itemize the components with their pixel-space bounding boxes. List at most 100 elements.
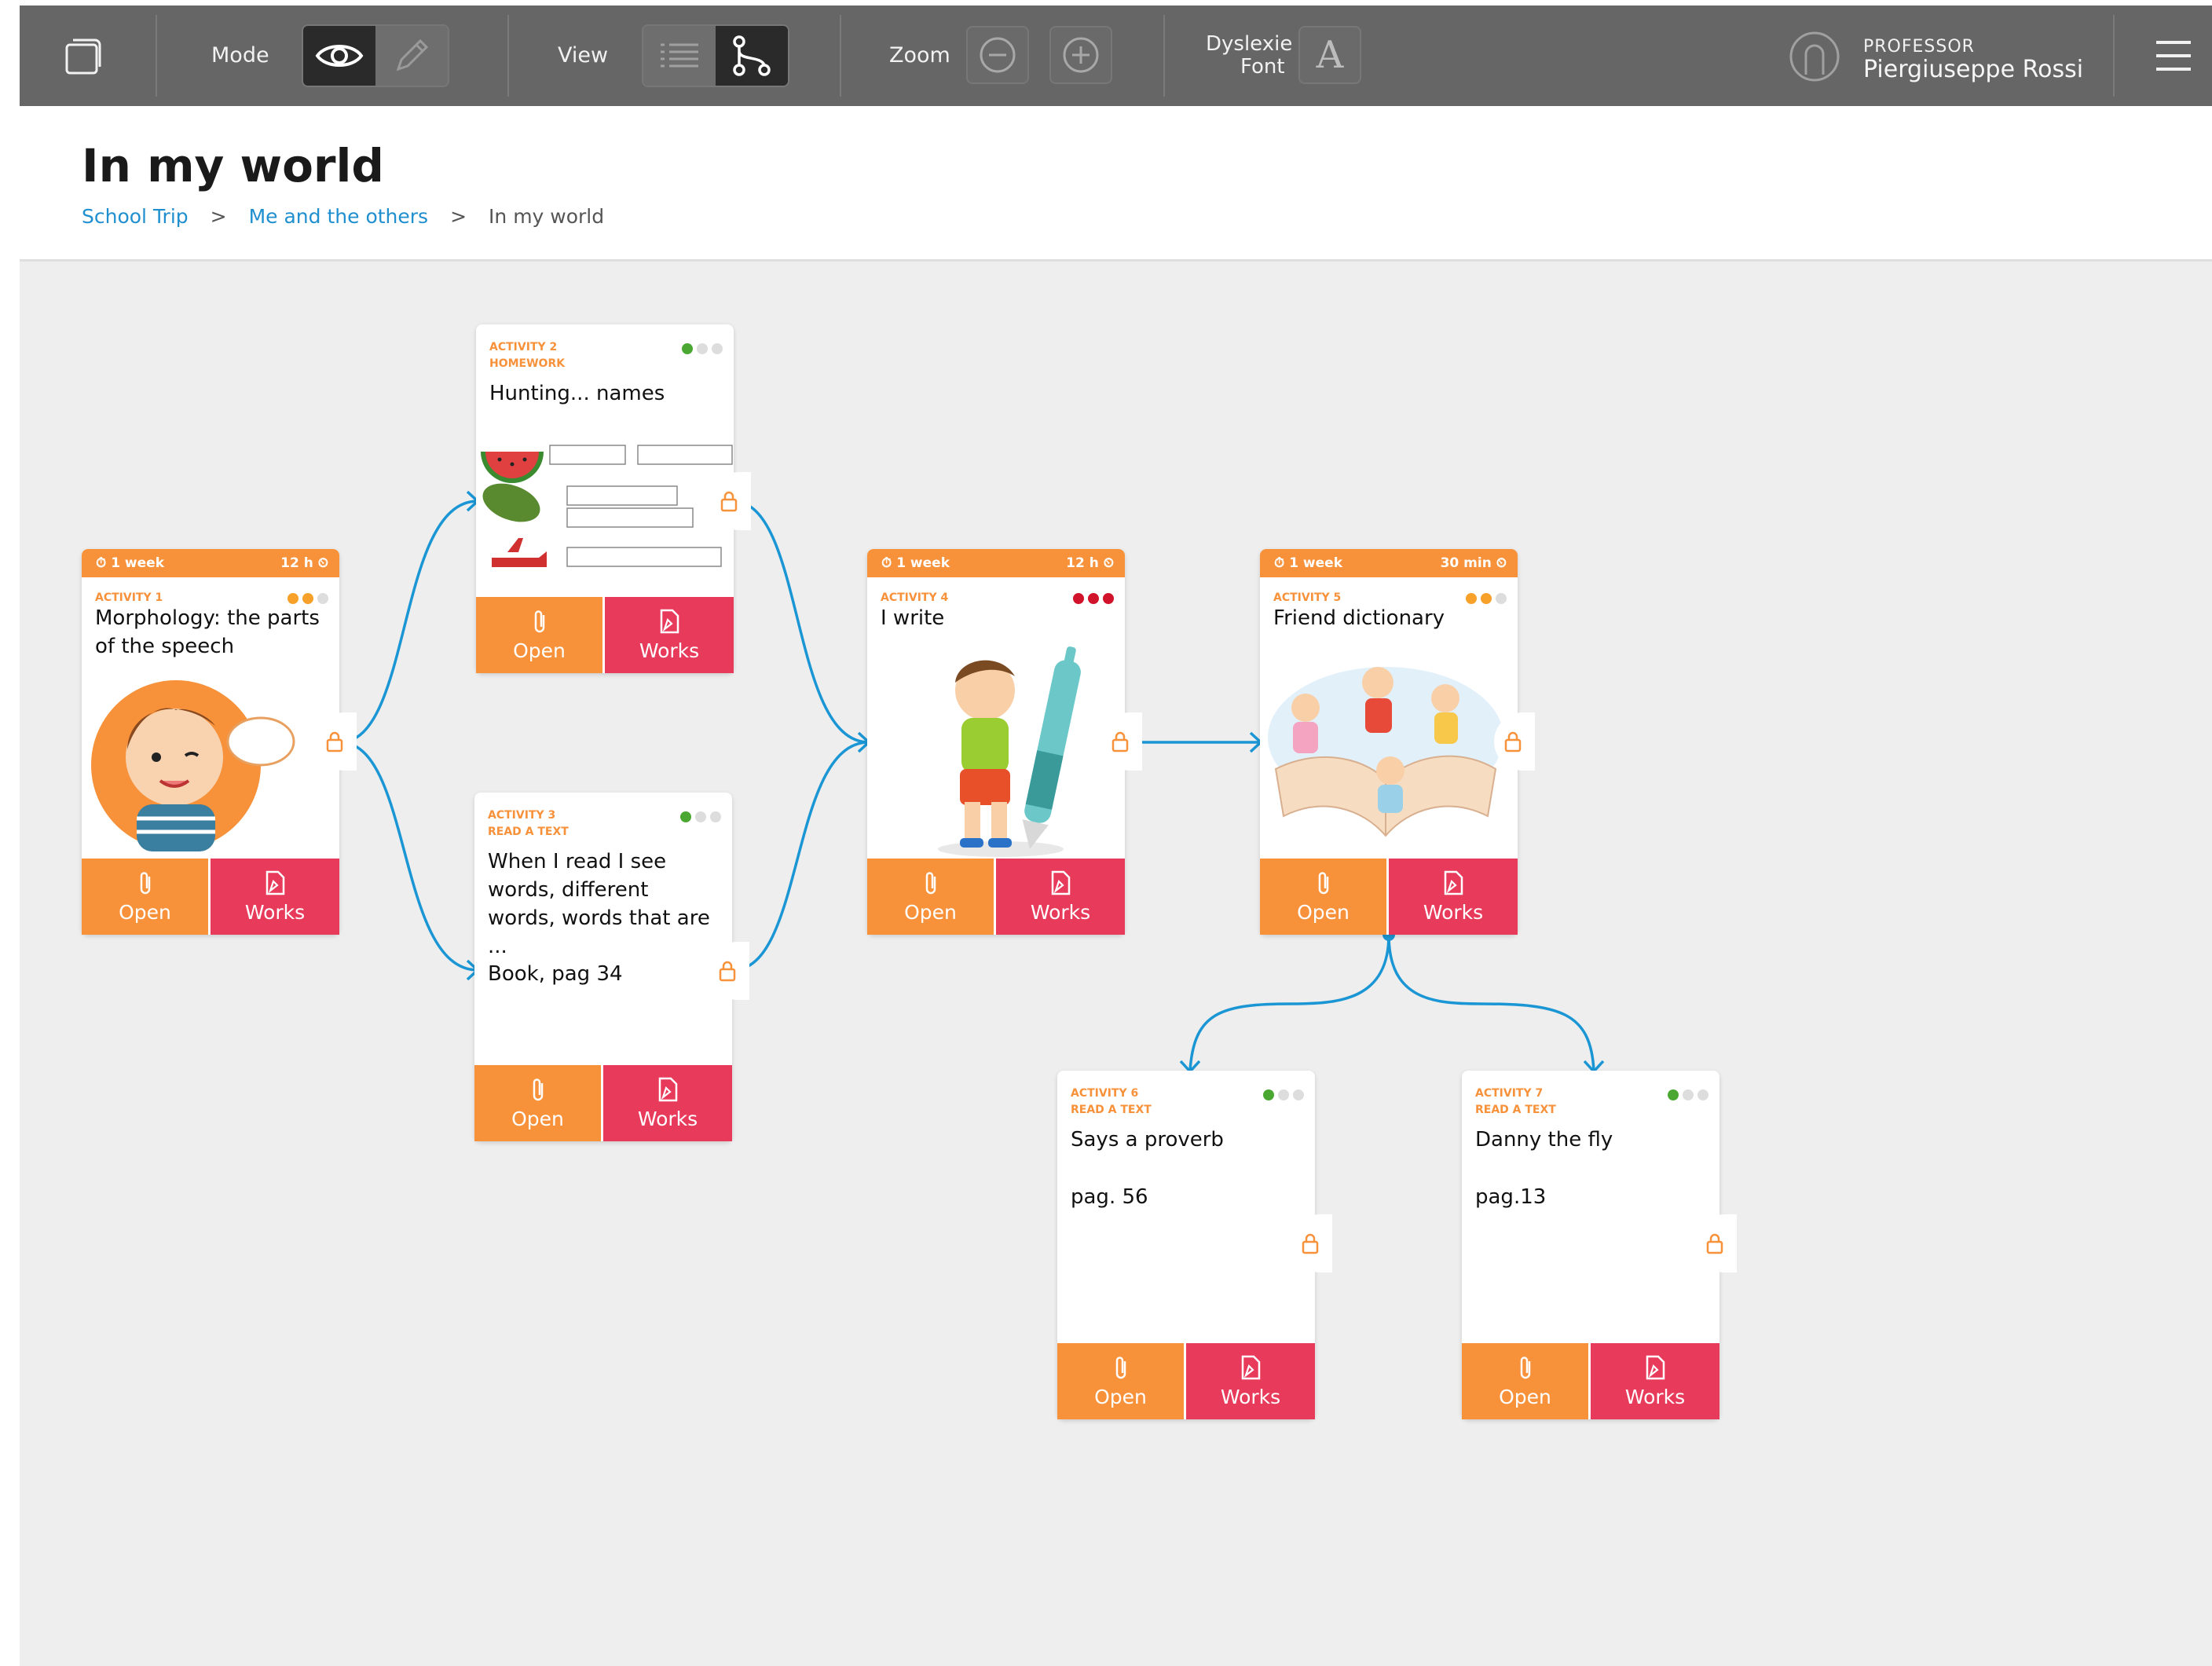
difficulty-dot bbox=[1263, 1089, 1274, 1100]
paperclip-icon bbox=[534, 610, 544, 633]
dyslexie-font-button[interactable]: A bbox=[1298, 26, 1361, 84]
breadcrumb-current: In my world bbox=[489, 205, 605, 228]
dyslexie-label-line2: Font bbox=[1240, 55, 1285, 79]
difficulty-dots bbox=[682, 343, 723, 354]
card-actions: Open Works bbox=[474, 1065, 732, 1141]
lock-icon bbox=[1302, 1233, 1319, 1254]
connector-a5-a7 bbox=[1387, 934, 1595, 1071]
card-actions: Open Works bbox=[82, 859, 339, 935]
difficulty-dot bbox=[695, 811, 706, 822]
card-actions: Open Works bbox=[1057, 1343, 1315, 1419]
dyslexie-label-line1: Dyslexie bbox=[1206, 32, 1293, 56]
works-button[interactable]: Works bbox=[603, 1065, 732, 1141]
open-button[interactable]: Open bbox=[1462, 1343, 1591, 1419]
time-estimate: 12 h ⏲ bbox=[280, 555, 328, 571]
mode-toggle bbox=[302, 24, 449, 87]
open-button[interactable]: Open bbox=[1057, 1343, 1186, 1419]
duration: ⏱ 1 week bbox=[881, 555, 950, 571]
folder-button[interactable] bbox=[60, 29, 108, 82]
difficulty-dot bbox=[1481, 593, 1492, 604]
works-button[interactable]: Works bbox=[996, 859, 1125, 935]
difficulty-dot bbox=[1496, 593, 1507, 604]
difficulty-dots bbox=[287, 593, 328, 604]
paperclip-icon bbox=[140, 872, 150, 895]
activity-card-3[interactable]: ACTIVITY 3 READ A TEXT When I read I see… bbox=[474, 793, 749, 1141]
duration: ⏱ 1 week bbox=[1274, 555, 1343, 571]
difficulty-dot bbox=[1466, 593, 1477, 604]
page-header: In my world School Trip > Me and the oth… bbox=[20, 106, 2212, 262]
activity-number: ACTIVITY 3 bbox=[488, 809, 556, 822]
folder-icon bbox=[65, 38, 101, 75]
difficulty-dot bbox=[317, 593, 328, 604]
zoom-out-button[interactable] bbox=[966, 26, 1029, 84]
breadcrumb-school-trip[interactable]: School Trip bbox=[82, 205, 189, 228]
difficulty-dot bbox=[1088, 593, 1099, 604]
document-edit-icon bbox=[1444, 870, 1463, 895]
activity-title: Morphology: the parts of the speech bbox=[95, 606, 320, 658]
works-button[interactable]: Works bbox=[605, 597, 734, 673]
graph-view-button[interactable] bbox=[716, 26, 788, 86]
works-button[interactable]: Works bbox=[1591, 1343, 1719, 1419]
activity-card-6[interactable]: ACTIVITY 6 READ A TEXT Says a proverb pa… bbox=[1057, 1071, 1332, 1419]
toolbar-divider bbox=[156, 15, 157, 97]
page-title: In my world bbox=[82, 139, 384, 192]
paperclip-icon bbox=[925, 872, 936, 895]
professor-name: Piergiuseppe Rossi bbox=[1863, 56, 2084, 83]
breadcrumb-me-and-the-others[interactable]: Me and the others bbox=[249, 205, 428, 228]
open-button[interactable]: Open bbox=[1260, 859, 1389, 935]
open-label: Open bbox=[1499, 1386, 1551, 1408]
user-avatar[interactable] bbox=[1787, 29, 1842, 84]
breadcrumb: School Trip > Me and the others > In my … bbox=[82, 205, 604, 228]
card-actions: Open Works bbox=[1260, 859, 1518, 935]
view-toggle bbox=[642, 24, 789, 87]
card-actions: Open Works bbox=[476, 597, 734, 673]
list-view-button[interactable] bbox=[643, 26, 716, 86]
open-label: Open bbox=[511, 1108, 564, 1130]
works-label: Works bbox=[1624, 1386, 1686, 1408]
connector-lines bbox=[334, 490, 1605, 1074]
difficulty-dot bbox=[712, 343, 723, 354]
user-avatar-icon bbox=[1789, 31, 1840, 82]
lock-icon bbox=[1504, 731, 1522, 752]
difficulty-dot bbox=[287, 593, 298, 604]
list-view-icon bbox=[661, 43, 698, 68]
pencil-icon bbox=[396, 38, 429, 71]
view-mode-button[interactable] bbox=[303, 26, 375, 86]
difficulty-dots bbox=[1263, 1089, 1304, 1100]
view-label: View bbox=[558, 43, 609, 68]
breadcrumb-separator: > bbox=[450, 205, 467, 228]
activity-reference: Book, pag 34 bbox=[488, 962, 623, 986]
edit-mode-button[interactable] bbox=[375, 26, 448, 86]
works-button[interactable]: Works bbox=[1389, 859, 1518, 935]
paperclip-icon bbox=[1318, 872, 1328, 895]
works-button[interactable]: Works bbox=[211, 859, 339, 935]
open-button[interactable]: Open bbox=[82, 859, 211, 935]
card-topbar: ⏱ 1 week 12 h ⏲ bbox=[82, 549, 339, 577]
difficulty-dots bbox=[1073, 593, 1114, 604]
zoom-in-icon bbox=[1063, 37, 1099, 73]
activity-card-5[interactable]: ⏱ 1 week 30 min ⏲ ACTIVITY 5 Friend dict… bbox=[1260, 549, 1535, 935]
toolbar-divider bbox=[1163, 15, 1165, 97]
zoom-in-button[interactable] bbox=[1049, 26, 1112, 84]
menu-button[interactable] bbox=[2150, 32, 2197, 79]
open-label: Open bbox=[1094, 1386, 1147, 1408]
difficulty-dots bbox=[1466, 593, 1507, 604]
activity-card-1[interactable]: ⏱ 1 week 12 h ⏲ ACTIVITY 1 Morphology: t… bbox=[82, 549, 357, 935]
activity-card-7[interactable]: ACTIVITY 7 READ A TEXT Danny the fly pag… bbox=[1462, 1071, 1737, 1419]
works-label: Works bbox=[639, 639, 700, 662]
open-button[interactable]: Open bbox=[474, 1065, 603, 1141]
activity-title: Danny the fly bbox=[1475, 1128, 1613, 1152]
open-button[interactable]: Open bbox=[867, 859, 996, 935]
children-on-book-illustration bbox=[1268, 667, 1503, 837]
document-edit-icon bbox=[266, 870, 285, 895]
lock-icon bbox=[1706, 1233, 1723, 1254]
open-button[interactable]: Open bbox=[476, 597, 605, 673]
activity-card-2[interactable]: ACTIVITY 2 HOMEWORK Hunting... names Ope… bbox=[476, 324, 751, 673]
top-toolbar: Mode View Zoom Dyslexie Font A PROFESSOR… bbox=[20, 5, 2212, 106]
activity-card-4[interactable]: ⏱ 1 week 12 h ⏲ ACTIVITY 4 I write Open … bbox=[867, 549, 1142, 935]
lock-icon bbox=[326, 731, 343, 752]
works-button[interactable]: Works bbox=[1186, 1343, 1315, 1419]
activity-map-canvas[interactable]: ⏱ 1 week 12 h ⏲ ACTIVITY 1 Morphology: t… bbox=[20, 262, 2212, 1666]
crossword-worksheet-illustration bbox=[481, 445, 733, 567]
works-label: Works bbox=[637, 1108, 698, 1130]
